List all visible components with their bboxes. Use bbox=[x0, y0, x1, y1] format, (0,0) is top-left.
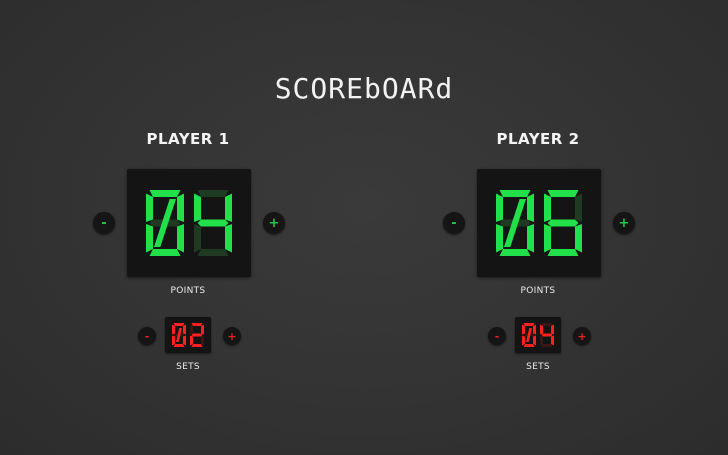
segment-f bbox=[146, 193, 153, 222]
segment-b bbox=[177, 193, 184, 222]
segment-g bbox=[191, 333, 203, 337]
segment-c bbox=[201, 335, 204, 346]
segment-e bbox=[146, 224, 153, 253]
segment-c bbox=[551, 335, 554, 346]
player-1-section: PLAYER 1 - + POINTS - + SETS bbox=[58, 0, 318, 455]
player-2-points-minus-button[interactable]: - bbox=[443, 212, 465, 234]
player-1-sets-plus-button[interactable]: + bbox=[223, 327, 241, 345]
player-2-points-digits-digit-1 bbox=[496, 190, 534, 256]
player-1-sets-digits bbox=[172, 323, 204, 347]
player-1-points-digits-digit-1 bbox=[146, 190, 184, 256]
segment-c bbox=[177, 224, 184, 253]
player-2-points-label: POINTS bbox=[520, 286, 556, 296]
segment-a bbox=[149, 190, 181, 197]
player-1-points-minus-button[interactable]: - bbox=[93, 212, 115, 234]
player-1-points-digits bbox=[146, 190, 232, 256]
segment-c bbox=[527, 224, 534, 253]
segment-d bbox=[541, 344, 553, 347]
player-2-sets-display bbox=[515, 317, 561, 353]
segment-b bbox=[551, 324, 554, 335]
segment-e bbox=[194, 224, 201, 253]
segment-d bbox=[173, 344, 185, 347]
segment-e bbox=[544, 224, 551, 253]
player-2-sets-digits-digit-2 bbox=[540, 323, 554, 347]
player-1-sets-digits-digit-2 bbox=[190, 323, 204, 347]
segment-f bbox=[544, 193, 551, 222]
player-2-sets-minus-button[interactable]: - bbox=[488, 327, 506, 345]
player-1-sets-minus-button[interactable]: - bbox=[138, 327, 156, 345]
player-2-sets-label: SETS bbox=[526, 362, 550, 372]
segment-b bbox=[225, 193, 232, 222]
segment-d bbox=[523, 344, 535, 347]
segment-g bbox=[197, 219, 229, 227]
player-1-points-plus-button[interactable]: + bbox=[263, 212, 285, 234]
segment-e bbox=[172, 335, 175, 346]
segment-a bbox=[197, 190, 229, 197]
segment-e bbox=[522, 335, 525, 346]
segment-c bbox=[225, 224, 232, 253]
player-2-points-digits-digit-2 bbox=[544, 190, 582, 256]
player-1-points-digits-digit-2 bbox=[194, 190, 232, 256]
segment-d bbox=[191, 344, 203, 347]
segment-b bbox=[533, 324, 536, 335]
segment-a bbox=[173, 323, 185, 326]
player-2-sets-digits-digit-1 bbox=[522, 323, 536, 347]
segment-f bbox=[540, 324, 543, 335]
player-1-sets-display bbox=[165, 317, 211, 353]
segment-f bbox=[194, 193, 201, 222]
segment-e bbox=[190, 335, 193, 346]
segment-a bbox=[541, 323, 553, 326]
player-1-sets-digits-digit-1 bbox=[172, 323, 186, 347]
player-2-points-digits bbox=[496, 190, 582, 256]
player-2-section: PLAYER 2 - + POINTS - + SETS bbox=[408, 0, 668, 455]
player-1-points-display bbox=[127, 169, 251, 277]
segment-d bbox=[547, 249, 579, 256]
player-2-points-display bbox=[477, 169, 601, 277]
player-1-points-label: POINTS bbox=[170, 286, 206, 296]
segment-e bbox=[540, 335, 543, 346]
player-2-points-plus-button[interactable]: + bbox=[613, 212, 635, 234]
segment-d bbox=[197, 249, 229, 256]
segment-a bbox=[523, 323, 535, 326]
player-2-sets-plus-button[interactable]: + bbox=[573, 327, 591, 345]
segment-c bbox=[183, 335, 186, 346]
segment-b bbox=[201, 324, 204, 335]
segment-g bbox=[547, 219, 579, 227]
scoreboard-app: SCOREbOARd PLAYER 1 - + POINTS - + SETS … bbox=[0, 0, 728, 455]
segment-e bbox=[496, 224, 503, 253]
segment-b bbox=[183, 324, 186, 335]
segment-f bbox=[190, 324, 193, 335]
segment-d bbox=[149, 249, 181, 256]
segment-b bbox=[575, 193, 582, 222]
segment-c bbox=[575, 224, 582, 253]
segment-f bbox=[496, 193, 503, 222]
player-1-name: PLAYER 1 bbox=[146, 130, 230, 148]
segment-d bbox=[499, 249, 531, 256]
segment-a bbox=[191, 323, 203, 326]
segment-a bbox=[499, 190, 531, 197]
player-2-name: PLAYER 2 bbox=[496, 130, 580, 148]
player-2-sets-digits bbox=[522, 323, 554, 347]
player-1-sets-label: SETS bbox=[176, 362, 200, 372]
segment-f bbox=[522, 324, 525, 335]
segment-b bbox=[527, 193, 534, 222]
segment-c bbox=[533, 335, 536, 346]
segment-g bbox=[541, 333, 553, 337]
segment-a bbox=[547, 190, 579, 197]
segment-f bbox=[172, 324, 175, 335]
